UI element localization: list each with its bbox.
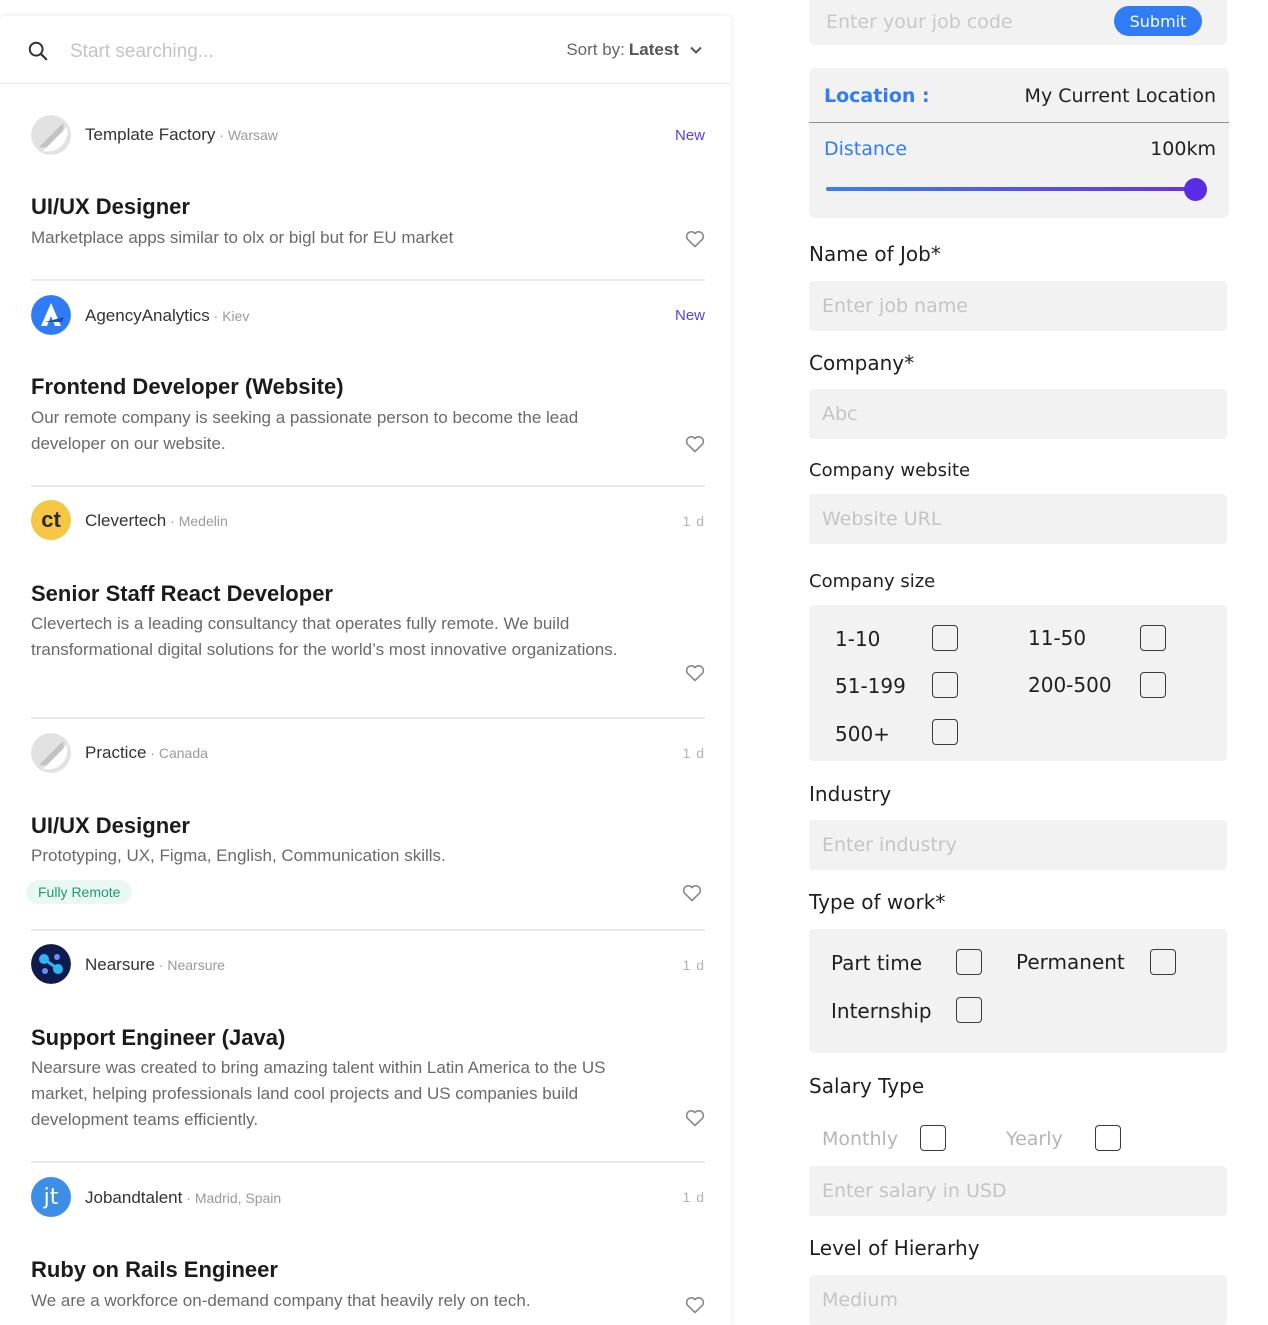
job-title[interactable]: Frontend Developer (Website) xyxy=(31,374,344,400)
posted-age: 1 d xyxy=(682,513,705,529)
hierarchy-label: Level of Hierarhy xyxy=(809,1236,980,1260)
salary-checkbox-monthly[interactable] xyxy=(920,1125,946,1151)
heart-icon[interactable] xyxy=(685,664,705,682)
job-card[interactable]: ct Clevertech · Medelin 1 d Senior Staff… xyxy=(0,487,731,719)
company-label: Company* xyxy=(809,351,915,375)
location-label: Location : xyxy=(824,85,930,107)
job-name-label: Name of Job* xyxy=(809,242,941,266)
company-input[interactable] xyxy=(809,389,1227,439)
job-card[interactable]: Practice · Canada 1 d UI/UX Designer Pro… xyxy=(0,719,731,931)
company-name: Jobandtalent · Madrid, Spain xyxy=(85,1188,282,1207)
location-filter: Location : My Current Location Distance … xyxy=(809,68,1229,218)
posted-age: 1 d xyxy=(682,1189,705,1205)
heart-icon[interactable] xyxy=(685,1109,705,1127)
size-checkbox-51-199[interactable] xyxy=(932,672,958,698)
size-checkbox-11-50[interactable] xyxy=(1140,625,1166,651)
job-code-input[interactable] xyxy=(826,8,1106,36)
size-option-label: 11-50 xyxy=(1028,626,1087,650)
submit-button[interactable]: Submit xyxy=(1114,6,1202,36)
size-checkbox-500-plus[interactable] xyxy=(932,719,958,745)
job-card[interactable]: AgencyAnalytics · Kiev New Frontend Deve… xyxy=(0,281,731,487)
search-bar: Sort by: Latest xyxy=(0,16,731,84)
job-title[interactable]: UI/UX Designer xyxy=(31,813,190,839)
company-name: Clevertech · Medelin xyxy=(85,511,228,530)
job-title[interactable]: Support Engineer (Java) xyxy=(31,1025,285,1051)
size-checkbox-1-10[interactable] xyxy=(932,625,958,651)
work-type-checkbox-permanent[interactable] xyxy=(1150,949,1176,975)
job-description: Prototyping, UX, Figma, English, Communi… xyxy=(31,846,446,865)
work-type-checkbox-part-time[interactable] xyxy=(956,949,982,975)
company-name: Practice · Canada xyxy=(85,743,208,762)
new-tag: New xyxy=(674,127,705,144)
job-title[interactable]: Senior Staff React Developer xyxy=(31,581,333,607)
company-logo xyxy=(31,115,71,155)
company-size-options: 1-10 11-50 51-199 200-500 500+ xyxy=(809,605,1227,761)
work-type-option-label: Part time xyxy=(831,951,923,975)
size-checkbox-200-500[interactable] xyxy=(1140,672,1166,698)
search-input[interactable] xyxy=(70,38,400,66)
website-input[interactable] xyxy=(809,494,1227,544)
company-name: AgencyAnalytics · Kiev xyxy=(85,306,250,325)
sort-value: Latest xyxy=(628,40,679,59)
posted-age: 1 d xyxy=(682,745,705,761)
hierarchy-input[interactable] xyxy=(809,1275,1227,1325)
heart-icon[interactable] xyxy=(682,884,702,902)
work-type-options: Part time Permanent Internship xyxy=(809,929,1227,1053)
job-description: Marketplace apps similar to olx or bigl … xyxy=(31,228,454,247)
distance-value: 100km xyxy=(1150,138,1216,160)
job-card[interactable]: Nearsure · Nearsure 1 d Support Engineer… xyxy=(0,931,731,1163)
company-name: Template Factory · Warsaw xyxy=(85,125,278,144)
new-tag: New xyxy=(674,307,705,324)
size-option-label: 1-10 xyxy=(835,627,881,651)
job-description: Clevertech is a leading consultancy that… xyxy=(31,614,618,659)
size-option-label: 200-500 xyxy=(1028,673,1112,697)
salary-type-label: Salary Type xyxy=(809,1074,925,1098)
company-logo xyxy=(31,295,71,335)
industry-input[interactable] xyxy=(809,820,1227,870)
company-logo: jt xyxy=(31,1177,71,1217)
salary-checkbox-yearly[interactable] xyxy=(1095,1125,1121,1151)
company-logo xyxy=(31,733,71,773)
job-title[interactable]: UI/UX Designer xyxy=(31,194,190,220)
job-description: We are a workforce on-demand company tha… xyxy=(31,1291,531,1310)
search-icon[interactable] xyxy=(27,40,49,62)
company-logo xyxy=(31,944,71,984)
sort-label: Sort by: xyxy=(566,40,625,59)
remote-badge: Fully Remote xyxy=(26,880,133,904)
distance-slider-track[interactable] xyxy=(826,187,1206,191)
company-name: Nearsure · Nearsure xyxy=(85,955,225,974)
size-option-label: 500+ xyxy=(835,722,890,746)
job-code-bar: Submit xyxy=(809,0,1227,45)
sort-dropdown[interactable]: Sort by: Latest xyxy=(566,40,703,60)
work-type-option-label: Permanent xyxy=(1016,950,1125,974)
work-type-label: Type of work* xyxy=(809,890,946,914)
job-list-panel: Sort by: Latest Template Factory · Warsa… xyxy=(0,16,731,1325)
job-description: Nearsure was created to bring amazing ta… xyxy=(31,1058,606,1129)
work-type-option-label: Internship xyxy=(831,999,932,1023)
location-row[interactable]: Location : My Current Location xyxy=(809,68,1229,123)
salary-option-label: Yearly xyxy=(1006,1128,1063,1150)
chevron-down-icon xyxy=(690,46,702,54)
heart-icon[interactable] xyxy=(685,435,705,453)
distance-label: Distance xyxy=(824,138,908,160)
industry-label: Industry xyxy=(809,782,892,806)
job-name-input[interactable] xyxy=(809,281,1227,331)
posted-age: 1 d xyxy=(682,957,705,973)
size-option-label: 51-199 xyxy=(835,674,906,698)
job-card[interactable]: jt Jobandtalent · Madrid, Spain 1 d Ruby… xyxy=(0,1163,731,1325)
job-title[interactable]: Ruby on Rails Engineer xyxy=(31,1257,278,1283)
job-card[interactable]: Template Factory · Warsaw New UI/UX Desi… xyxy=(0,100,731,281)
company-size-label: Company size xyxy=(809,571,936,592)
work-type-checkbox-internship[interactable] xyxy=(956,997,982,1023)
job-description: Our remote company is seeking a passiona… xyxy=(31,408,579,453)
heart-icon[interactable] xyxy=(685,230,705,248)
salary-input[interactable] xyxy=(809,1166,1227,1216)
heart-icon[interactable] xyxy=(685,1296,705,1314)
location-value[interactable]: My Current Location xyxy=(1025,85,1216,107)
company-logo: ct xyxy=(31,500,71,540)
distance-slider-thumb[interactable] xyxy=(1183,178,1207,201)
website-label: Company website xyxy=(809,460,971,481)
salary-option-label: Monthly xyxy=(822,1128,899,1150)
